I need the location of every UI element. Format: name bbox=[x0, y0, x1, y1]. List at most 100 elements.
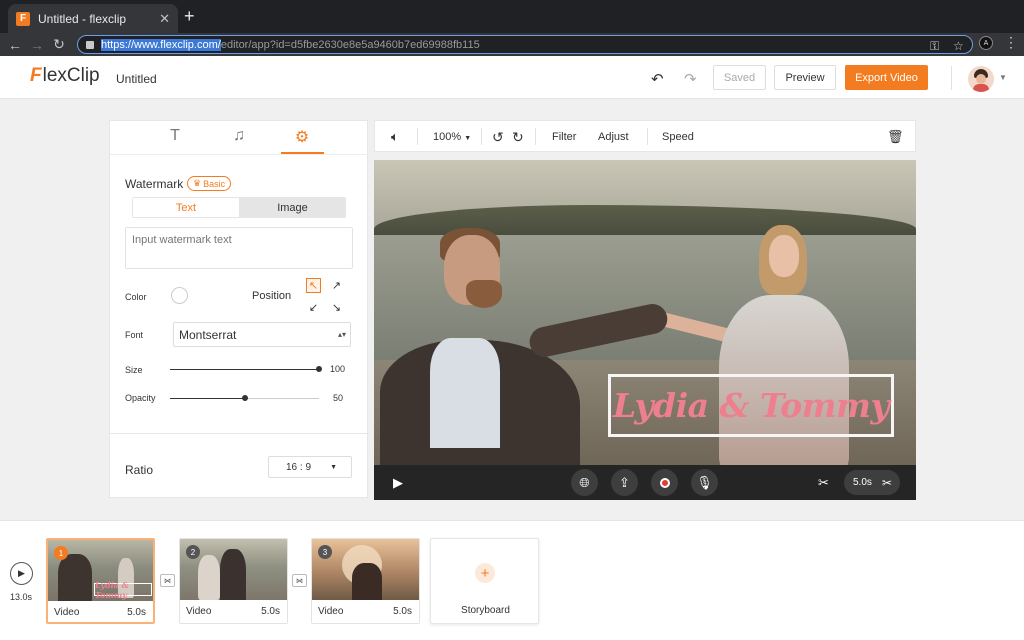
flexclip-logo[interactable]: FlexClip bbox=[30, 65, 100, 87]
badge-label: Basic bbox=[203, 178, 226, 189]
clip-duration-control[interactable]: 5.0s ✂ bbox=[844, 470, 900, 495]
timeline-clip-1[interactable]: Lydia & Tommy 1 Video 5.0s bbox=[46, 538, 155, 624]
speed-button[interactable]: Speed bbox=[662, 131, 694, 143]
position-bottom-left-icon[interactable]: ↙ bbox=[306, 300, 321, 315]
thumb-couple bbox=[352, 563, 382, 600]
clip-duration: 5.0s bbox=[853, 477, 872, 488]
position-top-left-icon[interactable]: ↖ bbox=[306, 278, 321, 293]
clip-duration: 5.0s bbox=[261, 606, 280, 617]
avatar-body bbox=[973, 84, 989, 92]
video-preview[interactable]: Lydia & Tommy bbox=[374, 160, 916, 465]
filter-button[interactable]: Filter bbox=[552, 131, 576, 143]
watermark-text: Lydia & Tommy bbox=[612, 386, 890, 425]
font-value: Montserrat bbox=[179, 327, 237, 342]
size-slider-handle[interactable] bbox=[316, 366, 322, 372]
text-option-button[interactable]: Text bbox=[133, 198, 239, 217]
upload-icon[interactable]: ⇪ bbox=[611, 469, 638, 496]
new-tab-icon[interactable]: + bbox=[184, 7, 195, 25]
reload-icon[interactable]: ↻ bbox=[48, 36, 70, 53]
transition-icon[interactable]: ⋈ bbox=[160, 574, 175, 587]
url-host: https://www.flexclip.com/ bbox=[101, 38, 221, 51]
storyboard-button[interactable]: + Storyboard bbox=[430, 538, 539, 624]
storyboard-label: Storyboard bbox=[461, 605, 510, 616]
undo-icon[interactable]: ↶ bbox=[651, 70, 664, 88]
watermark-label: Watermark bbox=[125, 177, 184, 191]
watermark-text-input[interactable] bbox=[125, 227, 353, 269]
player-controls: ▶ 🌐︎ ⇪ 🎙︎ ✂ 5.0s ✂ bbox=[374, 465, 916, 500]
key-icon[interactable]: ⚿ bbox=[930, 39, 939, 54]
record-icon bbox=[659, 477, 670, 488]
forward-icon[interactable]: → bbox=[26, 37, 48, 53]
rotate-left-icon[interactable]: ↺ bbox=[492, 129, 504, 146]
zoom-value: 100% bbox=[433, 131, 462, 143]
color-label: Color bbox=[125, 292, 147, 302]
bookmark-star-icon[interactable]: ☆ bbox=[953, 39, 964, 53]
image-option-button[interactable]: Image bbox=[240, 198, 345, 217]
position-top-right-icon[interactable]: ↗ bbox=[329, 278, 344, 293]
font-select[interactable]: Montserrat ▴▾ bbox=[173, 322, 351, 347]
position-bottom-right-icon[interactable]: ↘ bbox=[329, 300, 344, 315]
export-video-button[interactable]: Export Video bbox=[845, 65, 928, 90]
clip-type: Video bbox=[186, 606, 212, 617]
watermark-text-box[interactable]: Lydia & Tommy bbox=[608, 374, 894, 437]
document-title[interactable]: Untitled bbox=[116, 72, 157, 86]
thumb-watermark: Lydia & Tommy bbox=[94, 580, 152, 600]
size-value: 100 bbox=[330, 364, 346, 374]
url-input[interactable]: https://www.flexclip.com/editor/app?id=d… bbox=[77, 35, 973, 54]
account-chevron-down-icon[interactable]: ▼ bbox=[999, 73, 1007, 82]
avatar-face bbox=[976, 74, 986, 84]
watermark-panel: T ♫ ⚙ Watermark ♛Basic Text Image Color … bbox=[109, 120, 369, 498]
browser-tab[interactable]: F Untitled - flexclip ✕ bbox=[8, 4, 178, 33]
back-icon[interactable]: ← bbox=[4, 37, 26, 53]
tab-title: Untitled - flexclip bbox=[38, 11, 127, 26]
opacity-value: 50 bbox=[333, 393, 344, 403]
split-scissors-icon[interactable]: ✂ bbox=[882, 476, 892, 490]
timeline-clip-2[interactable]: 2 Video 5.0s bbox=[179, 538, 288, 624]
saved-button[interactable]: Saved bbox=[713, 65, 766, 90]
ratio-select[interactable]: 16 : 9 ▼ bbox=[268, 456, 352, 478]
text-tab-icon[interactable]: T bbox=[155, 127, 195, 155]
address-bar: ← → ↻ https://www.flexclip.com/editor/ap… bbox=[0, 33, 1024, 56]
zoom-select[interactable]: 100% ▼ bbox=[433, 131, 471, 143]
crown-icon: ♛ bbox=[193, 178, 202, 188]
lock-icon bbox=[86, 40, 94, 49]
color-picker[interactable] bbox=[171, 287, 188, 304]
thumb-figure bbox=[198, 555, 220, 600]
thumb-figure bbox=[220, 549, 246, 600]
settings-gear-icon[interactable]: ⚙ bbox=[282, 127, 322, 155]
trim-scissors-icon[interactable]: ✂ bbox=[818, 475, 829, 491]
transition-icon[interactable]: ⋈ bbox=[292, 574, 307, 587]
video-man-figure bbox=[380, 220, 671, 465]
clip-duration: 5.0s bbox=[393, 606, 412, 617]
globe-icon[interactable]: 🌐︎ bbox=[571, 469, 598, 496]
play-icon[interactable]: ▶ bbox=[393, 475, 403, 491]
rotate-right-icon[interactable]: ↻ bbox=[512, 129, 524, 146]
add-plus-icon: + bbox=[475, 563, 495, 583]
close-tab-icon[interactable]: ✕ bbox=[159, 11, 170, 27]
microphone-icon[interactable]: 🎙︎ bbox=[691, 469, 718, 496]
volume-icon[interactable]: 🔈︎ bbox=[391, 129, 399, 145]
preview-button[interactable]: Preview bbox=[774, 65, 836, 90]
clip-duration: 5.0s bbox=[127, 607, 146, 618]
panel-divider bbox=[110, 433, 369, 434]
toolbar-divider bbox=[481, 128, 482, 145]
url-path: editor/app?id=d5fbe2630e8e5a9460b7ed6998… bbox=[220, 38, 480, 51]
browser-menu-icon[interactable]: ⋮ bbox=[1004, 34, 1018, 51]
redo-icon[interactable]: ↷ bbox=[684, 70, 697, 88]
position-label: Position bbox=[252, 290, 292, 302]
timeline-clip-3[interactable]: 3 Video 5.0s bbox=[311, 538, 420, 624]
logo-text: lexClip bbox=[42, 65, 100, 86]
trash-icon[interactable]: 🗑︎ bbox=[887, 129, 904, 145]
timeline-play-icon[interactable]: ▶ bbox=[10, 562, 33, 585]
user-avatar[interactable] bbox=[968, 66, 994, 92]
adjust-button[interactable]: Adjust bbox=[598, 131, 629, 143]
music-tab-icon[interactable]: ♫ bbox=[219, 127, 259, 155]
woman-face bbox=[769, 235, 799, 277]
ratio-value: 16 : 9 bbox=[286, 461, 312, 473]
record-button[interactable] bbox=[651, 469, 678, 496]
tab-divider bbox=[110, 154, 369, 155]
extension-icon[interactable]: A bbox=[979, 36, 993, 50]
opacity-slider-handle[interactable] bbox=[241, 395, 248, 401]
thumb-figure bbox=[58, 554, 92, 601]
font-label: Font bbox=[125, 330, 144, 340]
